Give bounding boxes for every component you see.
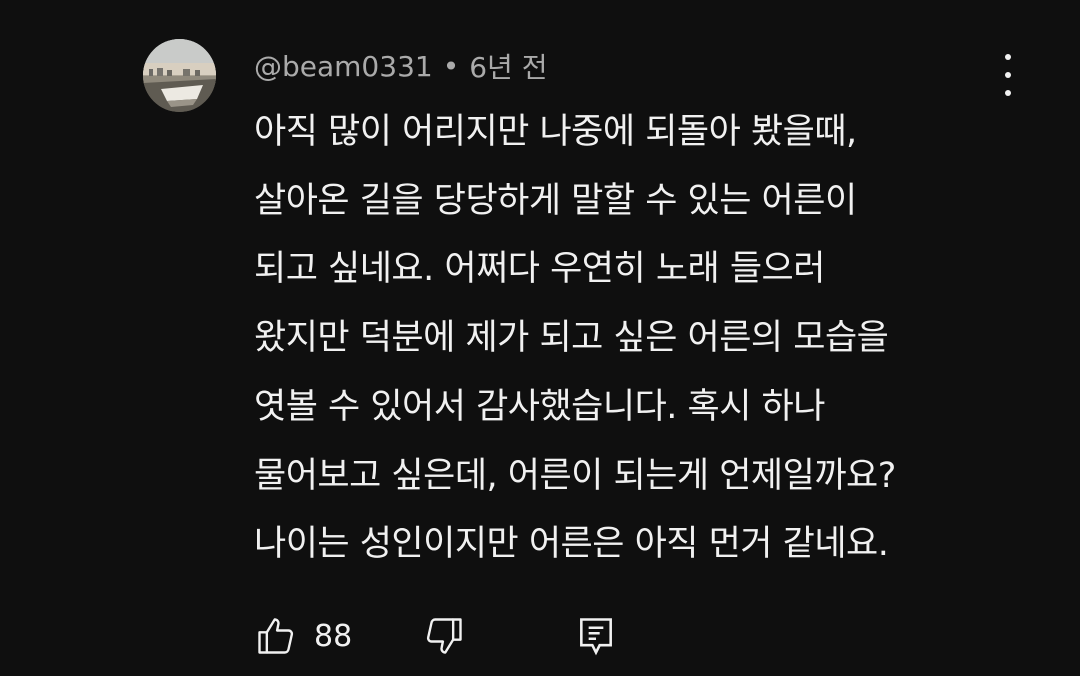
avatar[interactable] [143, 39, 216, 112]
comment-text-line: 왔지만 덕분에 제가 되고 싶은 어른의 모습을 [254, 318, 889, 359]
meta-separator: • [442, 49, 460, 83]
comment-text-line: 엿볼 수 있어서 감사했습니다. 혹시 하나 [254, 386, 825, 427]
more-vertical-icon-dot [1005, 90, 1011, 96]
comment-text-line: 되고 싶네요. 어쩌다 우연히 노래 들으러 [254, 249, 825, 290]
thumbs-up-icon [258, 618, 294, 654]
comment-time[interactable]: 6년 전 [469, 46, 547, 86]
like-count: 88 [314, 618, 353, 654]
comment-text-line: 살아온 길을 당당하게 말할 수 있는 어른이 [254, 180, 857, 221]
avatar-image [143, 39, 216, 112]
comment-text-line: 물어보고 싶은데, 어른이 되는게 언제일까요? [254, 455, 896, 496]
like-button[interactable]: 88 [254, 610, 352, 662]
more-vertical-icon-dot [1005, 72, 1011, 78]
reply-comment-icon [580, 618, 612, 656]
more-actions-button[interactable] [990, 54, 1026, 96]
comment-text: 아직 많이 어리지만 나중에 되돌아 봤을때, 살아온 길을 당당하게 말할 수… [254, 98, 1014, 579]
more-vertical-icon [1005, 54, 1011, 60]
reply-button[interactable] [574, 610, 618, 662]
thumbs-down-icon [426, 618, 462, 654]
comment-item: @beam0331 • 6년 전 아직 많이 어리지만 나중에 되돌아 봤을때,… [0, 0, 1080, 676]
comment-actions: 88 [254, 610, 674, 662]
author-handle[interactable]: @beam0331 [254, 50, 433, 83]
dislike-button[interactable] [422, 610, 466, 662]
comment-header: @beam0331 • 6년 전 [254, 46, 547, 86]
comment-text-line: 아직 많이 어리지만 나중에 되돌아 봤을때, [254, 112, 857, 152]
comment-text-line: 나이는 성인이지만 어른은 아직 먼거 같네요. [254, 524, 889, 565]
